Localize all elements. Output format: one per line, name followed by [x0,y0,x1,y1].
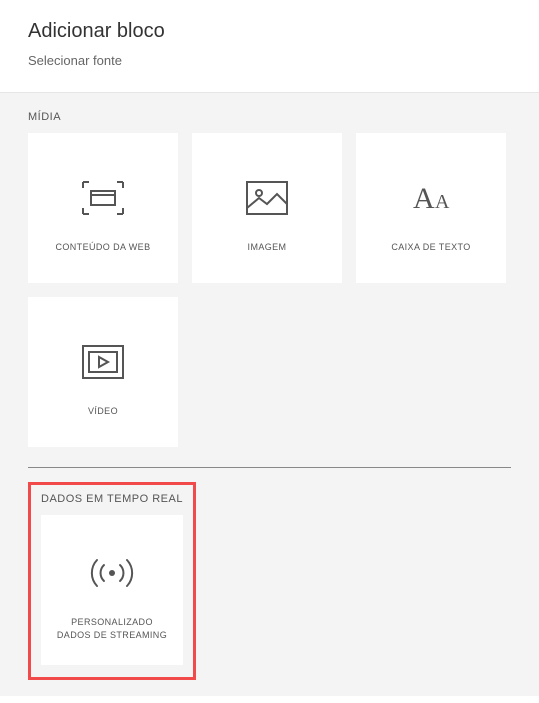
streaming-icon [84,538,140,608]
tile-image[interactable]: IMAGEM [192,133,342,283]
tile-textbox[interactable]: A A CAIXA DE TEXTO [356,133,506,283]
tile-caption: CAIXA DE TEXTO [383,241,478,254]
textbox-icon: A A [405,163,457,233]
caption-line-2: DADOS DE STREAMING [57,629,167,642]
tile-caption: PERSONALIZADO DADOS DE STREAMING [49,616,175,641]
panel-subtitle: Selecionar fonte [28,53,511,68]
caption-line-1: PERSONALIZADO [57,616,167,629]
svg-text:A: A [413,182,435,215]
add-tile-panel: Adicionar bloco Selecionar fonte MÍDIA [0,0,539,703]
tile-streaming-data[interactable]: PERSONALIZADO DADOS DE STREAMING [41,515,183,665]
svg-text:A: A [435,191,450,213]
realtime-highlight: DADOS EM TEMPO REAL PERSONALIZAD [28,482,196,680]
section-divider [28,467,511,468]
image-icon [245,163,289,233]
tile-video[interactable]: VÍDEO [28,297,178,447]
tile-caption: CONTEÚDO DA WEB [47,241,158,254]
section-label-realtime: DADOS EM TEMPO REAL [41,493,183,505]
tile-web-content[interactable]: CONTEÚDO DA WEB [28,133,178,283]
panel-body: MÍDIA CONTEÚDO [0,93,539,696]
web-content-icon [79,163,127,233]
media-row-1: CONTEÚDO DA WEB IMAGEM [28,133,511,283]
tile-caption: IMAGEM [240,241,295,254]
panel-header: Adicionar bloco Selecionar fonte [0,0,539,93]
video-icon [81,327,125,397]
panel-title: Adicionar bloco [28,20,511,43]
tile-caption: VÍDEO [80,405,126,418]
media-row-2: VÍDEO [28,297,511,447]
section-label-media: MÍDIA [28,111,511,123]
